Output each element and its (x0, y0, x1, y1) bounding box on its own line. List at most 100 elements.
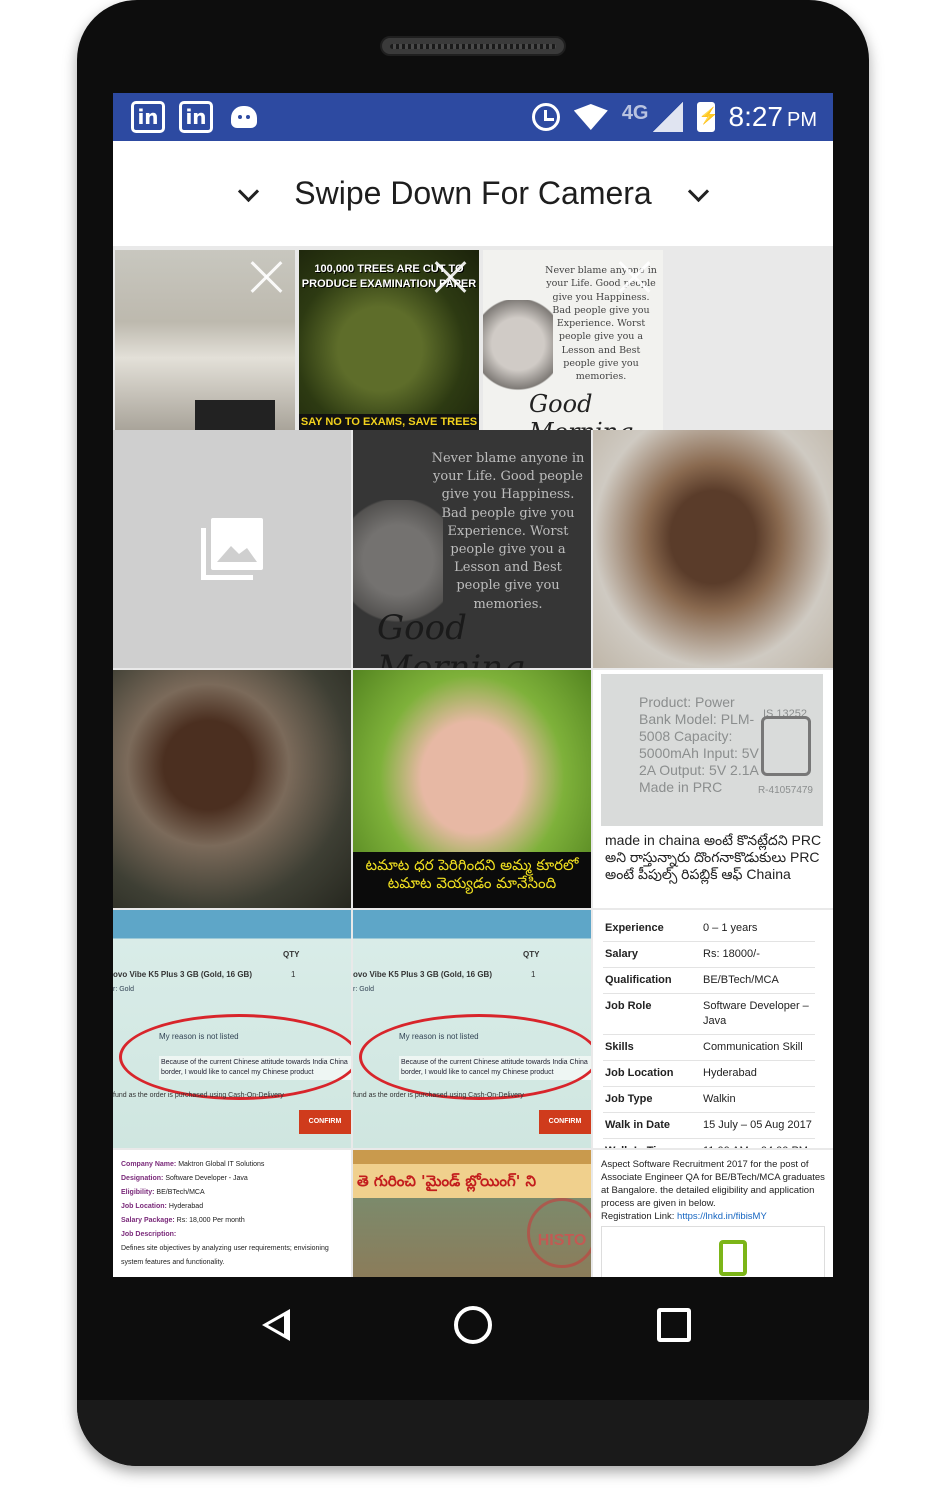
table-row: Walk-In Time11:00 AM – 04:00 PM (603, 1138, 815, 1148)
thumbnail-label: r: Gold (353, 986, 375, 993)
thumbnail-label: fund as the order is purchased using Cas… (113, 1092, 284, 1099)
wifi-icon (573, 104, 608, 130)
alarm-icon (531, 103, 560, 131)
table-key: Job Location (603, 1060, 701, 1087)
recents-icon[interactable] (657, 1308, 691, 1342)
selected-thumbnail[interactable] (115, 250, 295, 430)
gallery-thumbnail[interactable]: టమాట ధర పెరిగిందని అమ్మ కూరలో టమాట వెయ్య… (353, 670, 591, 908)
gallery-grid: 100,000 TREES ARE CUT TO PRODUCE EXAMINA… (113, 246, 833, 1277)
gallery-thumbnail[interactable]: Company Name: Maktron Global IT Solution… (113, 1150, 351, 1277)
clock: 8:27 PM (729, 101, 818, 133)
thumbnail-label: CONFIRM (539, 1110, 591, 1134)
list-item: Defines site objectives by analyzing use… (121, 1242, 343, 1270)
table-value: Hyderabad (701, 1060, 815, 1087)
list-item: Designation: Software Developer - Java (121, 1172, 343, 1186)
list-item: Job Location: Hyderabad (121, 1200, 343, 1214)
close-icon[interactable] (615, 258, 653, 296)
gallery-thumbnail[interactable]: Experience 0 – 1 years Salary Rs: 18000/- Qu… (593, 910, 833, 1148)
highlight-oval (119, 1014, 351, 1100)
thumbnail-label: R-41057479 (757, 785, 813, 796)
table-row: Job Role Software Developer – Java (603, 993, 815, 1035)
gallery-thumbnail[interactable]: Never blame anyone in your Life. Good pe… (353, 430, 591, 668)
thumbnail-quote: Never blame anyone in your Life. Good pe… (431, 451, 585, 612)
table-value: BE/BTech/MCA (701, 967, 815, 994)
network-type: 4G (621, 101, 649, 124)
thumbnail-label: fund as the order is purchased using Cas… (353, 1092, 524, 1099)
clock-time: 8:27 (728, 101, 784, 132)
thumbnail-link: https://lnkd.in/fibisMY (677, 1211, 767, 1222)
screen: in in 4G 8:27PM Swipe Down For Camera 10… (113, 93, 833, 1277)
table-key: Skills (603, 1034, 701, 1061)
thumbnail-label: 1 (531, 970, 536, 979)
camera-swipe-header[interactable]: Swipe Down For Camera (113, 141, 833, 246)
link-preview-card (601, 1226, 825, 1277)
table-key: Job Role (603, 993, 701, 1035)
photo-library-icon-front (211, 518, 263, 570)
android-icon (231, 106, 257, 128)
field-key: Job Location: (121, 1203, 167, 1210)
field-key: Eligibility: (121, 1189, 155, 1196)
thumbnail-photo: Product: Power Bank Model: PLM-5008 Capa… (601, 674, 823, 826)
field-key: Designation: (121, 1175, 164, 1182)
table-row: Salary Rs: 18000/- (603, 941, 815, 968)
thumbnail-signature: Good Morning (377, 608, 525, 668)
thumbnail-label: Product: Power Bank Model: PLM-5008 Capa… (639, 694, 759, 795)
gallery-thumbnail[interactable] (593, 430, 833, 668)
thumbnail-label: QTY (523, 950, 540, 959)
list-item: Salary Package: Rs: 18,000 Per month (121, 1214, 343, 1228)
table-row: Skills Communication Skill (603, 1034, 815, 1061)
thumbnail-caption: SAY NO TO EXAMS, SAVE TREES (299, 414, 479, 430)
gallery-thumbnail[interactable]: QTY ovo Vibe K5 Plus 3 GB (Gold, 16 GB) … (113, 910, 351, 1148)
header-title: Swipe Down For Camera (294, 175, 652, 211)
field-key: Company Name: (121, 1161, 177, 1168)
gallery-thumbnail[interactable]: QTY ovo Vibe K5 Plus 3 GB (Gold, 16 GB) … (353, 910, 591, 1148)
list-item: Eligibility: BE/BTech/MCA (121, 1186, 343, 1200)
table-value: 0 – 1 years (701, 916, 815, 942)
thumbnail-caption: టమాట ధర పెరిగిందని అమ్మ కూరలో టమాట వెయ్య… (353, 852, 591, 908)
home-icon[interactable] (454, 1306, 492, 1344)
status-bar: in in 4G 8:27PM (113, 93, 833, 141)
thumbnail-caption: Aspect Software Recruitment 2017 for the… (601, 1158, 827, 1223)
field-key: Salary Package: (121, 1217, 175, 1224)
chevron-down-icon (688, 184, 708, 204)
back-icon[interactable] (258, 1307, 294, 1343)
thumbnail-text: Aspect Software Recruitment 2017 for the… (601, 1159, 825, 1209)
table-value: 11:00 AM – 04:00 PM (701, 1138, 815, 1148)
table-key: Job Type (603, 1086, 701, 1113)
gallery-thumbnail[interactable]: తె గురించి 'మైండ్ బ్లోయింగ్' ని HISTO (353, 1150, 591, 1277)
earpiece-speaker (380, 36, 566, 56)
list-item: Company Name: Maktron Global IT Solution… (121, 1158, 343, 1172)
clock-ampm: PM (787, 109, 817, 131)
navigation-bar (113, 1277, 833, 1373)
close-icon[interactable] (431, 258, 469, 296)
table-value: Software Developer – Java (701, 993, 815, 1035)
list-item: Job Description: (121, 1228, 343, 1242)
field-value: Hyderabad (168, 1203, 204, 1210)
gallery-open-button[interactable] (113, 430, 351, 668)
chevron-down-icon (238, 184, 258, 204)
field-value: Rs: 18,000 Per month (176, 1217, 245, 1224)
thumbnail-label: ovo Vibe K5 Plus 3 GB (Gold, 16 GB) (113, 970, 252, 979)
table-value: 15 July – 05 Aug 2017 (701, 1112, 815, 1139)
selected-thumbnail[interactable]: Never blame anyone in your Life. Good pe… (483, 250, 663, 430)
thumbnail-label: 1 (291, 970, 296, 979)
photo-library-icon (201, 518, 263, 580)
table-key: Experience (603, 916, 701, 942)
table-row: Walk in Date 15 July – 05 Aug 2017 (603, 1112, 815, 1139)
field-value: BE/BTech/MCA (156, 1189, 205, 1196)
table-row: Qualification BE/BTech/MCA (603, 967, 815, 994)
selected-thumbnail[interactable]: 100,000 TREES ARE CUT TO PRODUCE EXAMINA… (299, 250, 479, 430)
gallery-thumbnail[interactable]: Product: Power Bank Model: PLM-5008 Capa… (593, 670, 833, 908)
certification-mark-icon (761, 716, 811, 776)
lock-icon (719, 1240, 747, 1276)
job-description-text: Company Name: Maktron Global IT Solution… (121, 1158, 343, 1270)
gallery-thumbnail[interactable]: Aspect Software Recruitment 2017 for the… (593, 1150, 833, 1277)
table-value: Rs: 18000/- (701, 941, 815, 968)
close-icon[interactable] (247, 258, 285, 296)
gallery-thumbnail[interactable] (113, 670, 351, 908)
thumbnail-stamp: HISTO (527, 1198, 591, 1268)
thumbnail-caption: made in chaina అంటే కొనట్లేదని PRC అని ర… (605, 832, 822, 882)
phone-chin (77, 1400, 869, 1466)
thumbnail-text: Registration Link: (601, 1211, 675, 1222)
field-key: Job Description: (121, 1231, 177, 1238)
